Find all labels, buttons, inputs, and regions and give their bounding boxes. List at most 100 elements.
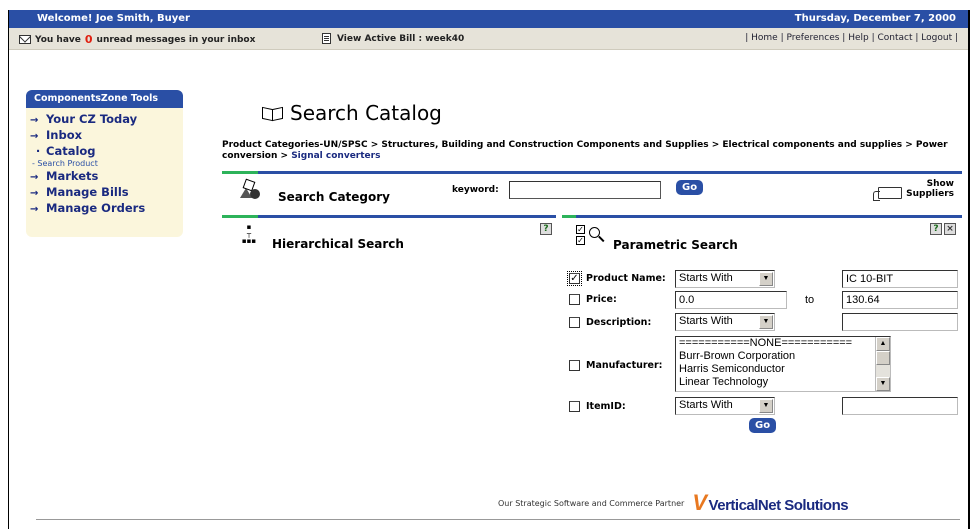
hierarchical-search-panel: ▪ ┬ ▪▪▪ Hierarchical Search ? — [222, 215, 556, 255]
preferences-link[interactable]: | Preferences — [781, 33, 840, 43]
manufacturer-option[interactable]: Harris Semiconductor — [676, 363, 890, 376]
price-to-label: to — [805, 294, 815, 306]
hierarchy-tree-icon: ▪ ┬ ▪▪▪ — [241, 223, 257, 245]
envelope-icon — [19, 35, 31, 44]
description-mode-select[interactable]: Starts With ▼ — [675, 313, 775, 331]
top-bar: Welcome! Joe Smith, Buyer Thursday, Dece… — [9, 10, 968, 28]
home-link[interactable]: | Home — [745, 33, 777, 43]
keyword-input[interactable] — [509, 181, 661, 199]
sidebar-item-label: Inbox — [46, 128, 83, 142]
welcome-text: Welcome! Joe Smith, Buyer — [37, 13, 190, 24]
description-input[interactable] — [842, 313, 958, 331]
sidebar-item-label: Manage Bills — [46, 185, 129, 199]
search-category-label: Search Category — [278, 190, 390, 204]
description-checkbox[interactable] — [569, 317, 580, 328]
arrow-right-icon: → — [30, 172, 39, 183]
manufacturer-option[interactable]: Burr-Brown Corporation — [676, 350, 890, 363]
chevron-down-icon: ▼ — [759, 399, 773, 413]
itemid-input[interactable] — [842, 397, 958, 415]
open-book-icon — [262, 106, 284, 120]
price-row: Price: — [569, 294, 617, 305]
sidebar-title: ComponentsZone Tools — [26, 90, 183, 108]
msg-prefix: You have — [35, 34, 81, 45]
product-name-mode-select[interactable]: Starts With ▼ — [675, 270, 775, 288]
sidebar-item-manage-bills[interactable]: → Manage Bills — [30, 185, 183, 201]
show-suppliers-link[interactable]: Show Suppliers — [873, 179, 954, 201]
sidebar-item-markets[interactable]: → Markets — [30, 169, 183, 185]
active-bill-link[interactable]: View Active Bill : week40 — [322, 33, 464, 44]
sidebar-item-manage-orders[interactable]: → Manage Orders — [30, 201, 183, 217]
itemid-mode-select[interactable]: Starts With ▼ — [675, 397, 775, 415]
checklist-magnifier-icon: ✓ ✓ — [576, 223, 606, 249]
keyword-go-button[interactable]: Go — [676, 180, 704, 195]
inbox-message[interactable]: You have 0 unread messages in your inbox — [19, 33, 255, 46]
description-row: Description: — [569, 317, 651, 328]
price-to-input[interactable] — [842, 291, 958, 309]
shapes-icon — [240, 178, 262, 200]
browser-frame: Welcome! Joe Smith, Buyer Thursday, Dece… — [8, 10, 970, 529]
help-link[interactable]: | Help — [842, 33, 868, 43]
sidebar-item-catalog[interactable]: · Catalog — [30, 144, 183, 159]
product-name-input[interactable] — [842, 270, 958, 288]
scroll-thumb[interactable] — [876, 351, 890, 365]
bullet-icon: · — [35, 144, 41, 158]
page-title: Search Catalog — [262, 101, 442, 125]
itemid-row: ItemID: — [569, 401, 626, 412]
product-name-label: Product Name: — [586, 273, 666, 284]
price-checkbox[interactable] — [569, 294, 580, 305]
show-suppliers-label: Show Suppliers — [906, 179, 954, 199]
verticalnet-logo[interactable]: V VerticalNet Solutions — [692, 490, 848, 516]
sidebar: ComponentsZone Tools → Your CZ Today → Inb… — [26, 90, 183, 237]
arrow-right-icon: → — [30, 204, 39, 215]
sidebar-item-inbox[interactable]: → Inbox — [30, 128, 183, 144]
arrow-right-icon: → — [30, 131, 39, 142]
manufacturer-checkbox[interactable] — [569, 360, 580, 371]
contact-link[interactable]: | Contact — [872, 33, 913, 43]
price-label: Price: — [586, 294, 617, 305]
sidebar-item-label: Your CZ Today — [46, 112, 138, 126]
arrow-right-icon: → — [30, 188, 39, 199]
description-label: Description: — [586, 317, 652, 328]
product-name-mode-value: Starts With — [679, 272, 733, 284]
parametric-close-button[interactable]: × — [944, 223, 956, 235]
itemid-checkbox[interactable] — [569, 401, 580, 412]
itemid-label: ItemID: — [586, 401, 626, 412]
document-icon — [322, 33, 331, 44]
top-links: | Home | Preferences | Help | Contact | … — [745, 33, 958, 43]
manufacturer-option[interactable]: Linear Technology — [676, 376, 890, 389]
manufacturer-scrollbar[interactable]: ▲ ▼ — [875, 337, 890, 391]
price-from-input[interactable] — [675, 291, 787, 309]
date-text: Thursday, December 7, 2000 — [794, 13, 956, 24]
description-mode-value: Starts With — [679, 315, 733, 327]
keyword-label: keyword: — [452, 185, 499, 195]
chevron-down-icon: ▼ — [759, 272, 773, 286]
parametric-search-label: Parametric Search — [613, 238, 738, 252]
logout-link[interactable]: | Logout | — [915, 33, 958, 43]
sidebar-item-search-product[interactable]: - Search Product — [30, 159, 183, 169]
sidebar-item-label: Markets — [46, 169, 99, 183]
manufacturer-option[interactable]: ===========NONE=========== — [676, 337, 890, 350]
itemid-mode-value: Starts With — [679, 399, 733, 411]
footer: Our Strategic Software and Commerce Part… — [498, 490, 849, 516]
sub-bar: You have 0 unread messages in your inbox… — [9, 28, 968, 50]
search-category-panel: Search Category keyword: Go Show Supplier… — [222, 173, 962, 209]
scroll-down-icon[interactable]: ▼ — [876, 377, 890, 391]
unread-count: 0 — [84, 33, 93, 46]
sidebar-item-your-cz-today[interactable]: → Your CZ Today — [30, 112, 183, 128]
hierarchical-search-label: Hierarchical Search — [272, 237, 404, 251]
product-name-checkbox[interactable] — [569, 273, 580, 284]
breadcrumb-current[interactable]: Signal converters — [291, 151, 380, 161]
scroll-up-icon[interactable]: ▲ — [876, 337, 890, 351]
parametric-go-button[interactable]: Go — [749, 418, 777, 433]
product-name-row: Product Name: — [567, 271, 666, 286]
chevron-down-icon: ▼ — [759, 315, 773, 329]
manufacturer-listbox[interactable]: ===========NONE=========== Burr-Brown Co… — [675, 336, 891, 392]
sidebar-item-label: Manage Orders — [46, 201, 146, 215]
hierarchical-help-button[interactable]: ? — [540, 223, 552, 235]
active-bill-label: View Active Bill : week40 — [337, 33, 465, 44]
manufacturer-row: Manufacturer: — [569, 360, 662, 371]
manufacturer-label: Manufacturer: — [586, 360, 663, 371]
bottom-rule — [36, 519, 960, 520]
parametric-help-button[interactable]: ? — [930, 223, 942, 235]
parametric-search-panel: ✓ ✓ Parametric Search ? × — [562, 215, 962, 255]
